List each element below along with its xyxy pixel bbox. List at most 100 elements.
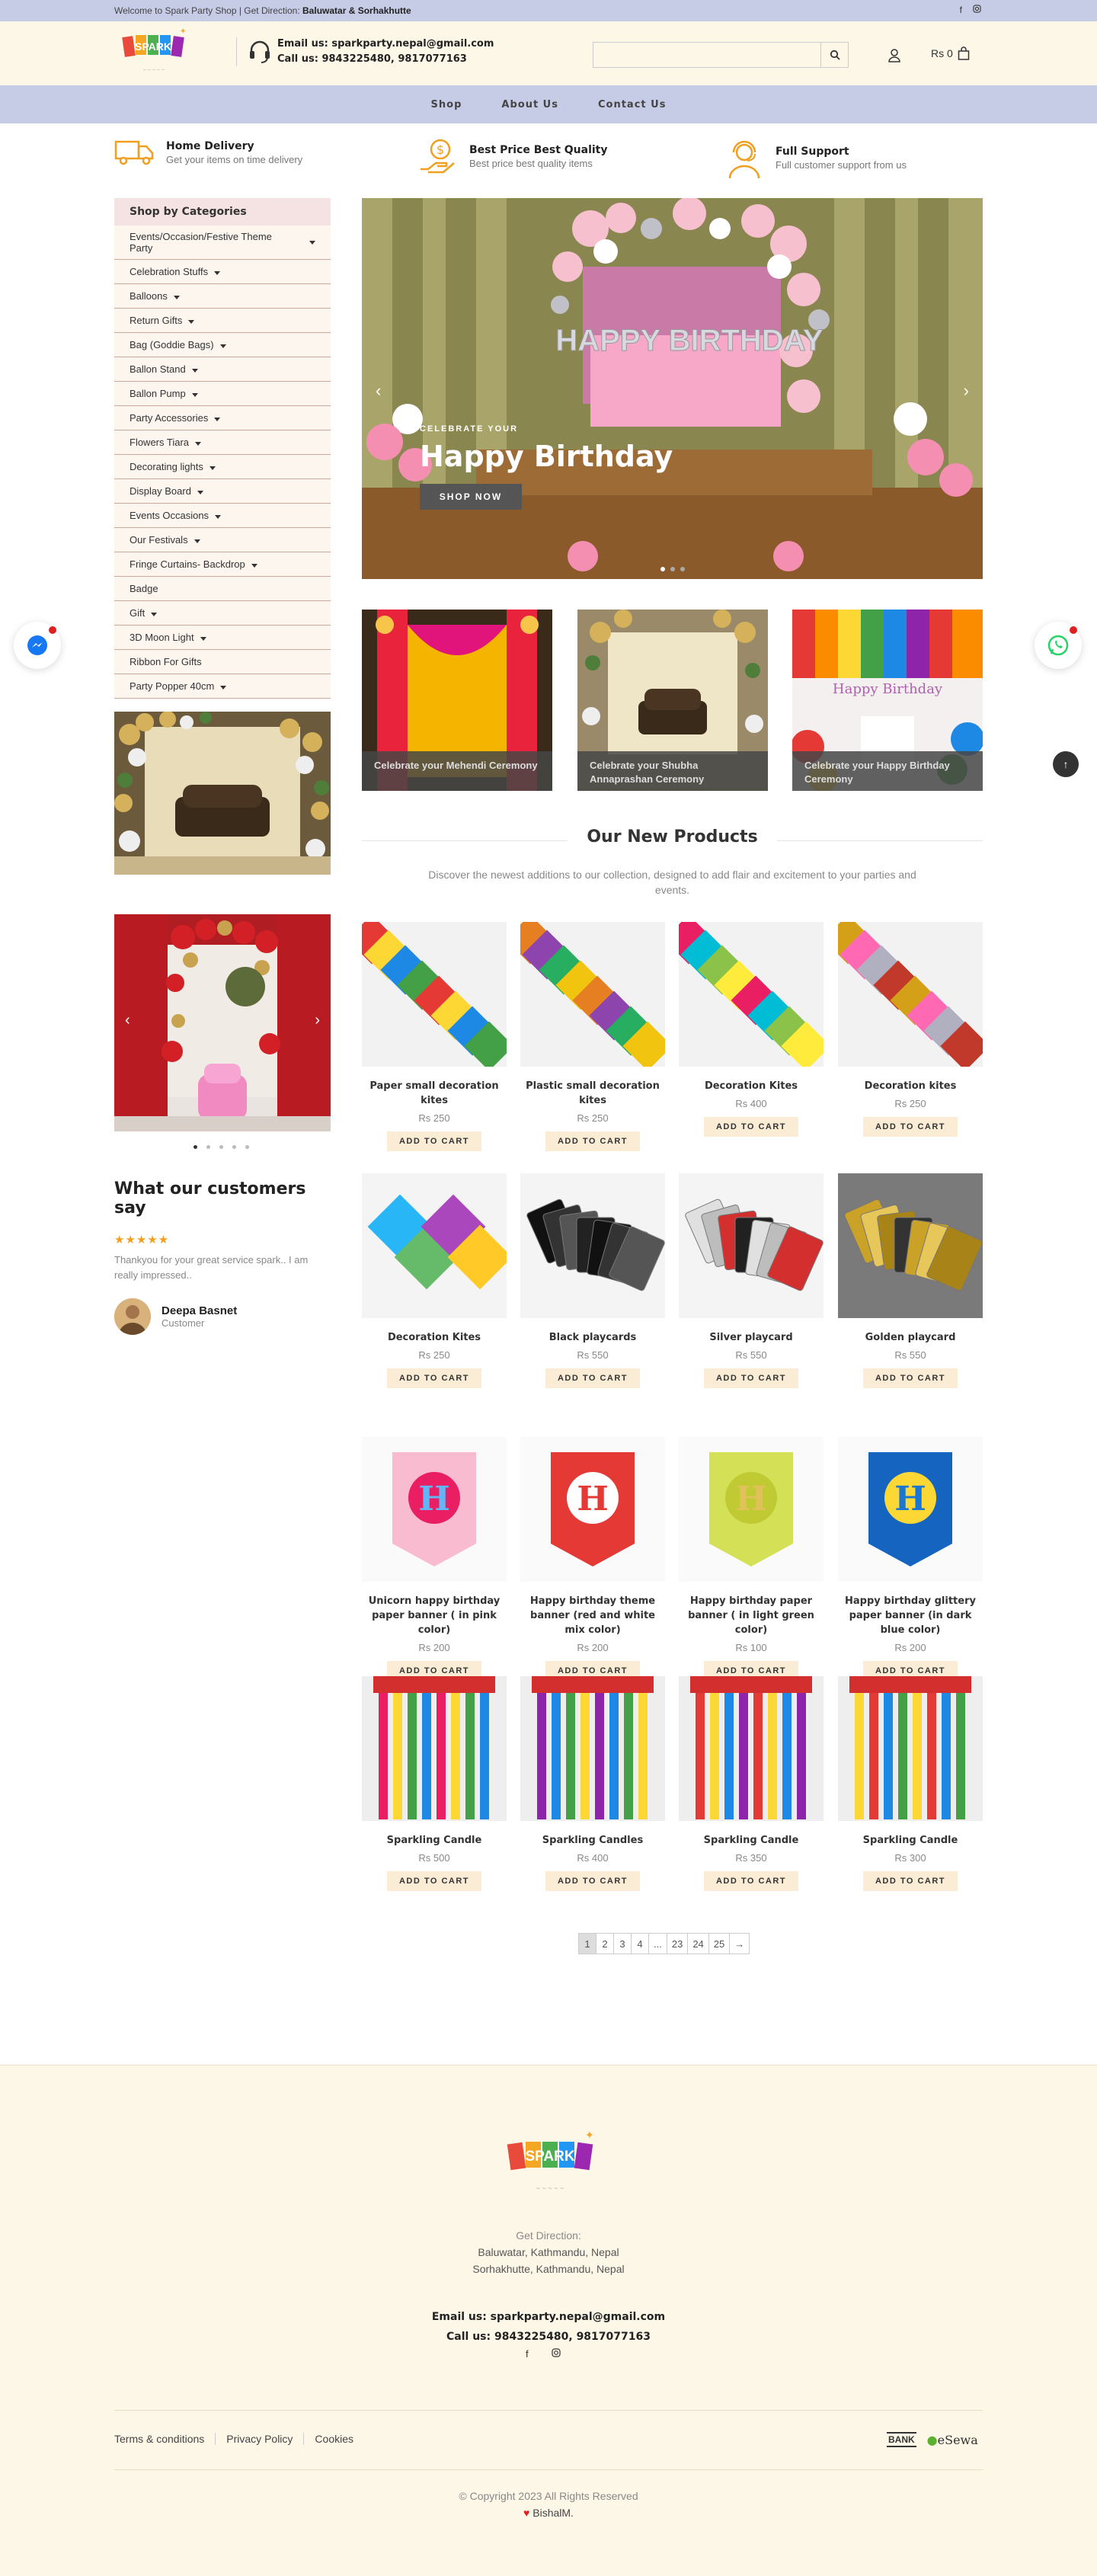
product-name[interactable]: Decoration kites [838, 1079, 983, 1093]
add-to-cart-button[interactable]: ADD TO CART [545, 1871, 641, 1891]
terms-link[interactable]: Terms & conditions [114, 2433, 215, 2445]
category-item[interactable]: Party Accessories [114, 406, 331, 430]
product-name[interactable]: Happy birthday paper banner ( in light g… [679, 1594, 824, 1637]
instagram-icon[interactable] [552, 2348, 561, 2360]
hero-prev-icon[interactable]: ‹ [376, 381, 381, 401]
hero-next-icon[interactable]: › [964, 381, 969, 401]
category-item[interactable]: Bag (Goddie Bags) [114, 333, 331, 357]
caret-down-icon[interactable] [191, 393, 198, 397]
product-image[interactable] [362, 1676, 507, 1821]
author-credit[interactable]: BishalM. [533, 2507, 574, 2519]
search-input[interactable] [593, 43, 820, 67]
category-item[interactable]: Fringe Curtains- Backdrop [114, 552, 331, 577]
product-name[interactable]: Unicorn happy birthday paper banner ( in… [362, 1594, 507, 1637]
product-image[interactable] [520, 1173, 665, 1318]
caret-down-icon[interactable] [193, 539, 200, 543]
caret-down-icon[interactable] [215, 515, 222, 519]
caret-down-icon[interactable] [191, 369, 198, 373]
add-to-cart-button[interactable]: ADD TO CART [862, 1368, 958, 1388]
privacy-link[interactable]: Privacy Policy [215, 2433, 303, 2445]
product-name[interactable]: Paper small decoration kites [362, 1079, 507, 1108]
spark-logo[interactable]: SPARK ~ ~ ~ ~ ~ ✦ [114, 26, 193, 81]
category-item[interactable]: Return Gifts [114, 309, 331, 333]
product-name[interactable]: Decoration Kites [679, 1079, 824, 1093]
category-item[interactable]: Celebration Stuffs [114, 260, 331, 284]
category-item[interactable]: Gift [114, 601, 331, 626]
category-item[interactable]: Flowers Tiara [114, 430, 331, 455]
category-item[interactable]: Ballon Stand [114, 357, 331, 382]
page-number[interactable]: 3 [613, 1933, 632, 1954]
product-image[interactable]: H [362, 1437, 507, 1582]
next-page-button[interactable]: → [729, 1933, 750, 1954]
sidebar-slider[interactable]: ‹ › [114, 914, 331, 1131]
shop-now-button[interactable]: SHOP NOW [420, 484, 522, 510]
slider-prev-icon[interactable]: ‹ [125, 1012, 130, 1029]
facebook-icon[interactable]: f [960, 5, 962, 15]
product-image[interactable] [838, 1173, 983, 1318]
slider-next-icon[interactable]: › [315, 1012, 320, 1029]
category-item[interactable]: Ballon Pump [114, 382, 331, 406]
product-name[interactable]: Sparkling Candle [362, 1833, 507, 1848]
add-to-cart-button[interactable]: ADD TO CART [386, 1131, 482, 1151]
header-phone[interactable]: Call us: 9843225480, 9817077163 [277, 52, 494, 67]
product-name[interactable]: Happy birthday glittery paper banner (in… [838, 1594, 983, 1637]
caret-down-icon[interactable] [220, 686, 227, 690]
product-image[interactable] [520, 1676, 665, 1821]
sidebar-promo-image[interactable] [114, 711, 331, 875]
product-image[interactable]: H [520, 1437, 665, 1582]
facebook-icon[interactable]: f [526, 2348, 529, 2360]
caret-down-icon[interactable] [251, 564, 257, 568]
header-email[interactable]: Email us: sparkparty.nepal@gmail.com [277, 37, 494, 52]
slider-dot[interactable] [232, 1145, 236, 1149]
product-name[interactable]: Sparkling Candles [520, 1833, 665, 1848]
slider-dot[interactable] [219, 1145, 223, 1149]
add-to-cart-button[interactable]: ADD TO CART [386, 1368, 482, 1388]
product-image[interactable]: H [838, 1437, 983, 1582]
add-to-cart-button[interactable]: ADD TO CART [862, 1117, 958, 1137]
category-item[interactable]: Display Board [114, 479, 331, 504]
caret-down-icon[interactable] [214, 418, 221, 421]
slider-dot[interactable] [206, 1145, 210, 1149]
page-number[interactable]: 24 [687, 1933, 709, 1954]
product-image[interactable] [838, 1676, 983, 1821]
banner-mehendi[interactable]: Celebrate your Mehendi Ceremony [362, 610, 552, 791]
product-image[interactable]: H [679, 1437, 824, 1582]
caret-down-icon[interactable] [195, 442, 202, 446]
banner-birthday[interactable]: Happy Birthday Celebrate your Happy Birt… [792, 610, 983, 791]
caret-down-icon[interactable] [214, 271, 221, 275]
product-image[interactable] [679, 922, 824, 1067]
banner-annaprashan[interactable]: Celebrate your Shubha Annaprashan Ceremo… [577, 610, 768, 791]
add-to-cart-button[interactable]: ADD TO CART [703, 1871, 799, 1891]
category-item[interactable]: Events Occasions [114, 504, 331, 528]
category-item[interactable]: Ribbon For Gifts [114, 650, 331, 674]
product-name[interactable]: Happy birthday theme banner (red and whi… [520, 1594, 665, 1637]
product-image[interactable] [362, 922, 507, 1067]
add-to-cart-button[interactable]: ADD TO CART [545, 1131, 641, 1151]
product-name[interactable]: Golden playcard [838, 1330, 983, 1345]
user-account-icon[interactable] [886, 47, 903, 64]
caret-down-icon[interactable] [200, 637, 206, 641]
add-to-cart-button[interactable]: ADD TO CART [545, 1368, 641, 1388]
add-to-cart-button[interactable]: ADD TO CART [703, 1117, 799, 1137]
footer-email[interactable]: Email us: sparkparty.nepal@gmail.com [0, 2307, 1097, 2327]
hero-slider[interactable]: HAPPY BIRTHDAY CELEBRATE YOUR Happy Birt… [362, 198, 983, 579]
page-number[interactable]: 2 [596, 1933, 614, 1954]
page-number[interactable]: 25 [708, 1933, 731, 1954]
direction-link[interactable]: Baluwatar & Sorhakhutte [302, 5, 411, 16]
caret-down-icon[interactable] [188, 320, 195, 324]
footer-logo[interactable]: SPARK ~ ~ ~ ~ ~ ✦ [495, 2126, 602, 2203]
product-name[interactable]: Black playcards [520, 1330, 665, 1345]
product-name[interactable]: Decoration Kites [362, 1330, 507, 1345]
product-name[interactable]: Silver playcard [679, 1330, 824, 1345]
caret-down-icon[interactable] [173, 296, 180, 299]
product-image[interactable] [838, 922, 983, 1067]
nav-shop[interactable]: Shop [431, 99, 462, 110]
caret-down-icon[interactable] [197, 491, 203, 494]
page-number[interactable]: 1 [578, 1933, 596, 1954]
search-button[interactable] [820, 43, 848, 67]
category-item[interactable]: Decorating lights [114, 455, 331, 479]
add-to-cart-button[interactable]: ADD TO CART [703, 1368, 799, 1388]
product-image[interactable] [520, 922, 665, 1067]
instagram-icon[interactable] [973, 5, 981, 15]
caret-down-icon[interactable] [209, 466, 216, 470]
